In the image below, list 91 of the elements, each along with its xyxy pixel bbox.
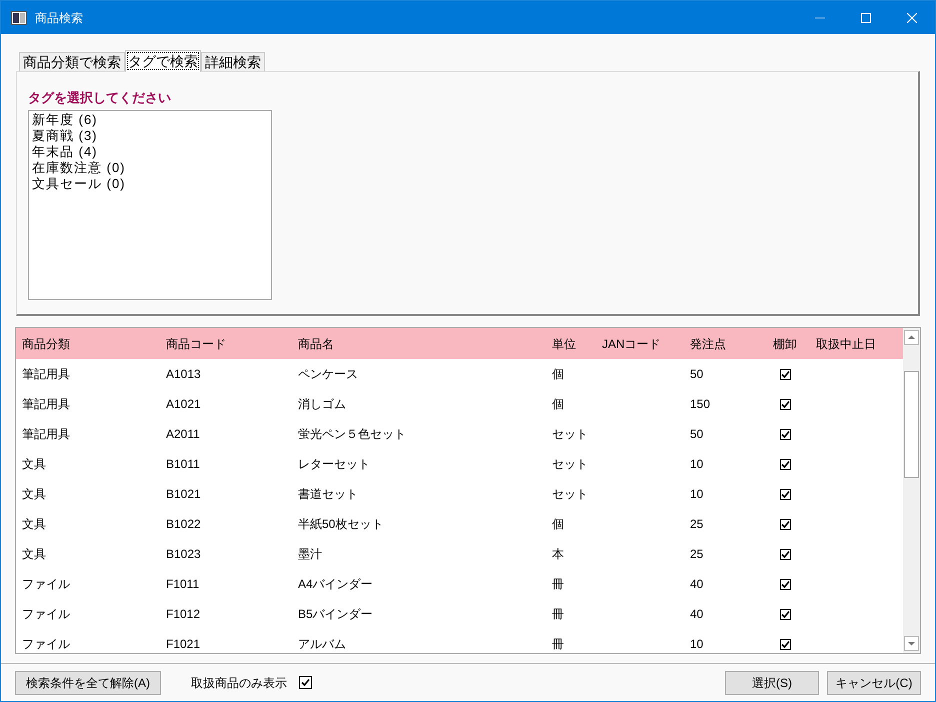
tab[interactable]: タグで検索 (125, 50, 201, 72)
scrollbar[interactable] (903, 328, 920, 653)
table-cell-text: B1021 (166, 486, 201, 503)
close-icon (907, 12, 917, 22)
table-cell-text: セット (552, 426, 588, 443)
tab[interactable]: 詳細検索 (201, 52, 265, 71)
table-cell-text: B1022 (166, 516, 201, 533)
table-cell-text: 本 (552, 546, 564, 563)
checkbox[interactable] (780, 368, 791, 380)
table-cell-text: 150 (690, 396, 710, 413)
tag-item[interactable]: 新年度 (6) (32, 112, 98, 128)
tab[interactable]: 商品分類で検索 (19, 52, 125, 71)
table-cell-text: 冊 (552, 606, 564, 623)
table-cell-text: B1023 (166, 546, 201, 563)
table-cell-text: 50 (690, 426, 704, 443)
scroll-down-icon[interactable] (904, 636, 919, 651)
table-cell-text: 10 (690, 486, 704, 503)
table-cell-text: ファイル (22, 576, 70, 593)
table-cell-text: レターセット (298, 456, 370, 473)
table-cell-text: 個 (552, 396, 564, 413)
table-cell-text: 40 (690, 576, 704, 593)
tag-item[interactable]: 年末品 (4) (32, 144, 98, 160)
checkbox[interactable] (780, 488, 791, 500)
table-cell-text: 筆記用具 (22, 426, 70, 443)
table-cell-text: 50 (690, 366, 704, 383)
table-cell-text: 25 (690, 546, 704, 563)
checkbox[interactable] (780, 518, 791, 530)
table-cell-text: 墨汁 (298, 546, 322, 563)
column-header[interactable]: JANコード (602, 336, 661, 350)
tag-item[interactable]: 文具セール (0) (32, 176, 126, 192)
table-cell-text: ペンケース (298, 366, 358, 383)
tag-item[interactable]: 在庫数注意 (0) (32, 160, 126, 176)
column-header[interactable]: 商品名 (298, 336, 334, 350)
scroll-thumb[interactable] (904, 371, 919, 478)
table-cell-text: 筆記用具 (22, 396, 70, 413)
table-cell-text: A2011 (166, 426, 200, 443)
table-cell-text: アルバム (298, 636, 346, 653)
table-cell-text: セット (552, 486, 588, 503)
table-cell-text: B5バインダー (298, 606, 373, 623)
table-cell-text: A4バインダー (298, 576, 373, 593)
scroll-up-icon[interactable] (904, 330, 919, 345)
table-cell-text: 10 (690, 636, 704, 653)
checkbox[interactable] (780, 548, 791, 560)
checkbox[interactable] (780, 428, 791, 440)
table-cell-text: 個 (552, 366, 564, 383)
checkbox[interactable] (780, 638, 791, 650)
table-cell-text: 文具 (22, 486, 46, 503)
select-button[interactable]: 選択(S) (725, 670, 819, 694)
table-cell-text: 消しゴム (298, 396, 346, 413)
table-cell-text: B1011 (166, 456, 200, 473)
window-icon (11, 10, 27, 24)
table-cell-text: A1013 (166, 366, 201, 383)
maximize-icon (861, 12, 871, 22)
clear-conditions-button[interactable]: 検索条件を全て解除(A) (15, 670, 161, 694)
table-cell-text: 半紙50枚セット (298, 516, 384, 533)
cancel-button[interactable]: キャンセル(C) (827, 670, 921, 694)
column-header[interactable]: 発注点 (690, 336, 726, 350)
table-cell-text: セット (552, 456, 588, 473)
table-cell-text: 10 (690, 456, 704, 473)
table-cell-text: F1012 (166, 606, 200, 623)
table-cell-text: 文具 (22, 456, 46, 473)
tag-list[interactable]: 新年度 (6) 夏商戦 (3) 年末品 (4) 在庫数注意 (0) 文具セール (0) (28, 110, 272, 300)
column-header[interactable]: 棚卸 (773, 336, 797, 350)
active-only-label: 取扱商品のみ表示 (191, 674, 287, 692)
checkbox[interactable] (780, 608, 791, 620)
tag-item[interactable]: 夏商戦 (3) (32, 128, 98, 144)
tag-prompt: タグを選択してください (28, 90, 172, 106)
table-cell-text: 書道セット (298, 486, 358, 503)
table-cell-text: ファイル (22, 606, 70, 623)
column-header[interactable]: 商品分類 (22, 336, 70, 350)
window-title: 商品検索 (35, 10, 83, 26)
table-cell-text: ファイル (22, 636, 70, 653)
table-cell-text: 25 (690, 516, 704, 533)
table-cell-text: 冊 (552, 636, 564, 653)
checkbox[interactable] (780, 578, 791, 590)
table-cell-text: 蛍光ペン５色セット (298, 426, 406, 443)
column-header[interactable]: 取扱中止日 (816, 336, 876, 350)
column-header[interactable]: 単位 (552, 336, 576, 350)
checkbox[interactable] (780, 458, 791, 470)
table-cell-text: 40 (690, 606, 704, 623)
table-cell-text: A1021 (166, 396, 201, 413)
table-cell-text: 筆記用具 (22, 366, 70, 383)
table-cell-text: 文具 (22, 546, 46, 563)
table-cell-text: 冊 (552, 576, 564, 593)
column-header[interactable]: 商品コード (166, 336, 226, 350)
table-cell-text: F1021 (166, 636, 200, 653)
active-only-checkbox[interactable] (299, 676, 312, 689)
table-cell-text: F1011 (166, 576, 200, 593)
checkbox[interactable] (780, 398, 791, 410)
table-cell-text: 文具 (22, 516, 46, 533)
table-cell-text: 個 (552, 516, 564, 533)
